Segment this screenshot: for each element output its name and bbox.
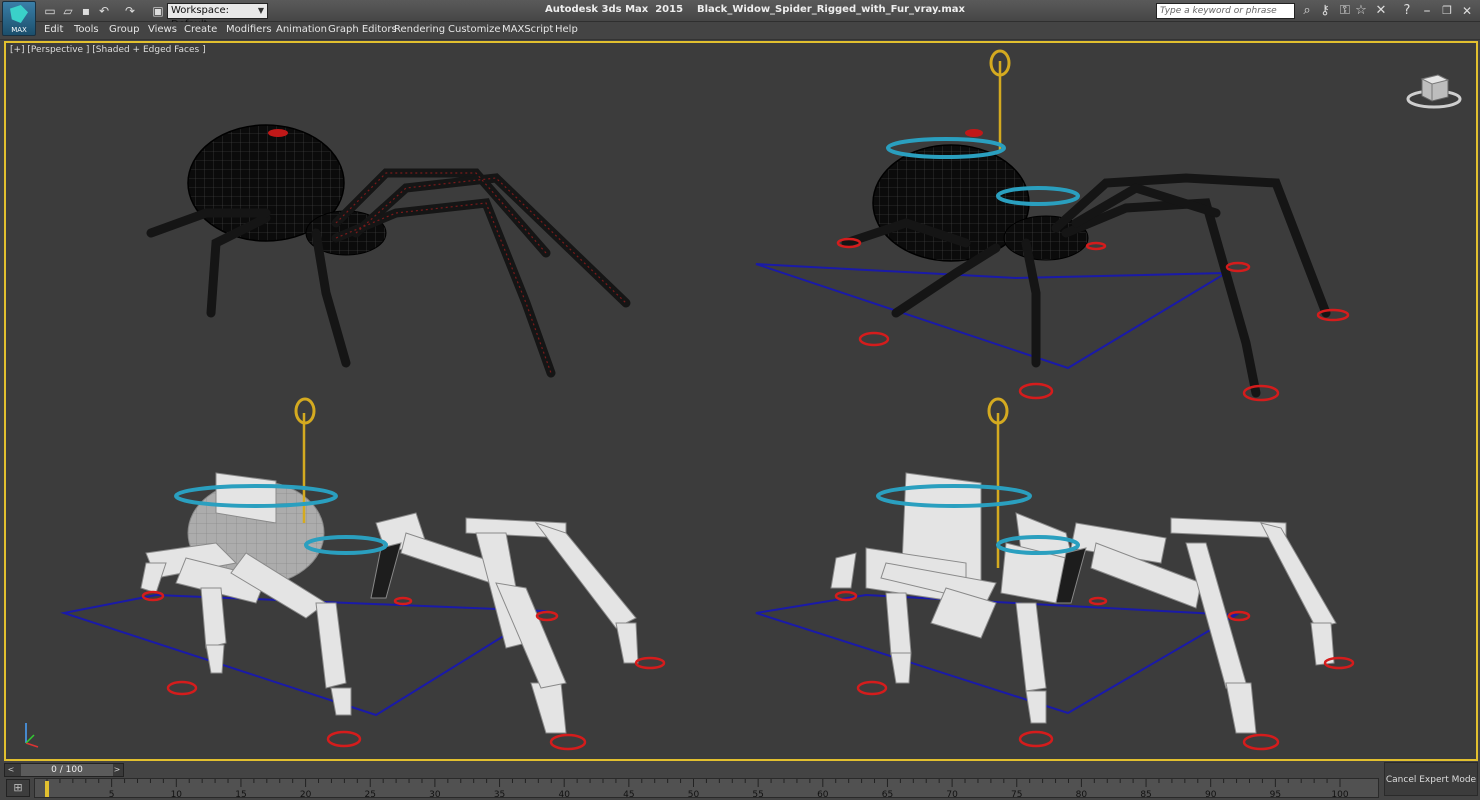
close-button[interactable]: ✕: [1458, 3, 1476, 19]
chevron-down-icon: ▼: [257, 6, 264, 15]
track-tick-label: 90: [1205, 790, 1217, 799]
track-tick-label: 85: [1140, 790, 1151, 799]
track-tick-label: 65: [882, 790, 893, 799]
max-logo-icon: [10, 5, 28, 23]
track-tick-label: 25: [365, 790, 376, 799]
open-file-icon[interactable]: ▱: [60, 3, 76, 19]
menu-rendering[interactable]: Rendering: [394, 24, 445, 35]
app-logo-label: MAX: [11, 26, 27, 34]
project-folder-icon[interactable]: ▣: [150, 3, 166, 19]
track-tick-label: 20: [300, 790, 312, 799]
title-bar: MAX ▭ ▱ ▪ ↶ ↷ ▣ Workspace: Default ▼ Aut…: [0, 0, 1480, 36]
help-icon[interactable]: ?: [1398, 3, 1416, 19]
menu-customize[interactable]: Customize: [448, 24, 501, 35]
track-tick-label: 40: [558, 790, 570, 799]
track-tick-label: 60: [817, 790, 829, 799]
menu-bar: Edit Tools Group Views Create Modifiers …: [0, 22, 1480, 40]
next-frame-button[interactable]: >: [111, 764, 123, 776]
menu-edit[interactable]: Edit: [44, 24, 63, 35]
exchange-icon[interactable]: ✕: [1372, 3, 1390, 19]
axis-tripod-icon: [25, 723, 39, 748]
menu-maxscript[interactable]: MAXScript: [502, 24, 553, 35]
key-icon[interactable]: ⚷: [1316, 3, 1334, 19]
track-bar-ticks: 5 10 15 20 25 30 35 40 45 50 55 60 65 70 75 80 85 90 95 100: [45, 779, 1349, 799]
track-tick-label: 50: [688, 790, 700, 799]
spider-bones-bottom-right[interactable]: [755, 397, 1355, 751]
restore-button[interactable]: ❐: [1438, 3, 1456, 19]
track-bar[interactable]: 5 10 15 20 25 30 35 40 45 50 55 60 65 70 75 80 85 90 95 100: [34, 778, 1379, 799]
mini-curve-editor-button[interactable]: ⊞: [6, 779, 30, 797]
track-tick-label: 70: [946, 790, 958, 799]
menu-modifiers[interactable]: Modifiers: [226, 24, 272, 35]
viewport-label[interactable]: [+] [Perspective ] [Shaded + Edged Faces…: [10, 45, 206, 55]
save-icon[interactable]: ▪: [78, 3, 94, 19]
spider-bones-xray-bottom-left[interactable]: [60, 397, 666, 751]
track-tick-label: 15: [235, 790, 246, 799]
new-file-icon[interactable]: ▭: [42, 3, 58, 19]
menu-graph-editors[interactable]: Graph Editors: [328, 24, 397, 35]
time-slider[interactable]: < 0 / 100 >: [4, 763, 124, 777]
track-tick-label: 30: [429, 790, 441, 799]
minimize-button[interactable]: –: [1418, 3, 1436, 19]
track-tick-label: 55: [752, 790, 763, 799]
track-tick-label: 5: [109, 790, 115, 799]
track-tick-label: 35: [494, 790, 505, 799]
timeline-area: < 0 / 100 > ⊞ 5 10 15 20 25 30 35 40 45 50 55 60 65 7…: [0, 762, 1480, 800]
spider-mesh-top-left[interactable]: [146, 124, 631, 378]
track-tick-label: 75: [1011, 790, 1022, 799]
workspace-dropdown[interactable]: Workspace: Default ▼: [167, 3, 268, 30]
spider-rig-top-right[interactable]: [755, 49, 1350, 402]
window-title: Autodesk 3ds Max 2015 Black_Widow_Spider…: [545, 4, 965, 15]
cancel-expert-mode-button[interactable]: Cancel Expert Mode: [1384, 762, 1478, 796]
undo-icon[interactable]: ↶: [96, 3, 112, 19]
track-tick-label: 80: [1076, 790, 1088, 799]
redo-icon[interactable]: ↷: [122, 3, 138, 19]
perspective-viewport[interactable]: [+] [Perspective ] [Shaded + Edged Faces…: [4, 41, 1478, 761]
application-menu-button[interactable]: MAX: [2, 1, 36, 36]
current-frame-marker[interactable]: [45, 781, 49, 797]
track-tick-label: 95: [1270, 790, 1281, 799]
search-input[interactable]: Type a keyword or phrase: [1156, 3, 1295, 19]
menu-animation[interactable]: Animation: [276, 24, 327, 35]
track-tick-label: 10: [171, 790, 183, 799]
menu-tools[interactable]: Tools: [74, 24, 99, 35]
previous-frame-button[interactable]: <: [5, 764, 17, 776]
track-tick-label: 45: [623, 790, 634, 799]
menu-create[interactable]: Create: [184, 24, 217, 35]
frame-readout[interactable]: 0 / 100: [21, 764, 113, 776]
star-icon[interactable]: ☆: [1352, 3, 1370, 19]
binoculars-icon[interactable]: ⌕: [1298, 3, 1316, 19]
menu-help[interactable]: Help: [555, 24, 578, 35]
menu-views[interactable]: Views: [148, 24, 177, 35]
menu-group[interactable]: Group: [109, 24, 139, 35]
track-tick-label: 100: [1331, 790, 1348, 799]
viewcube-icon[interactable]: [1406, 67, 1462, 111]
viewport-scene: [25, 49, 1355, 751]
